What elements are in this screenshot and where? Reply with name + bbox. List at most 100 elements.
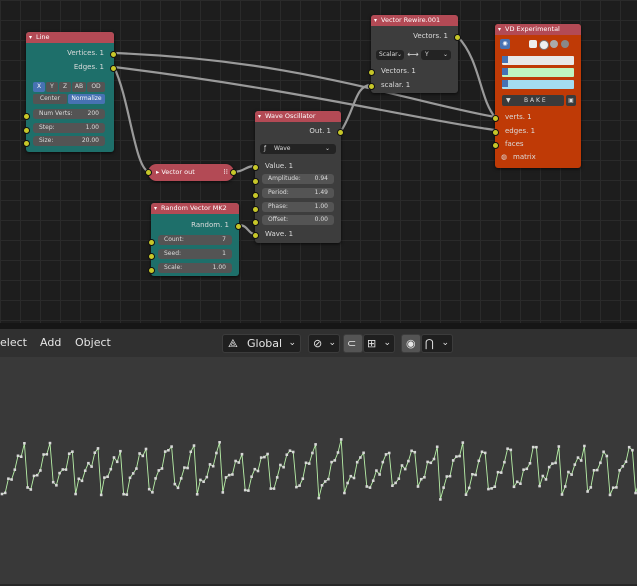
wave-input-socket[interactable] (252, 232, 259, 239)
face-color-swatch[interactable] (502, 80, 574, 89)
wave-vertex (503, 460, 506, 464)
rewire-scalar-input-socket[interactable] (368, 83, 375, 90)
period-input-socket[interactable] (252, 192, 259, 199)
normalize-toggle[interactable]: Normalize (68, 94, 105, 104)
face-toggle-icon[interactable] (502, 80, 508, 87)
offset-value: 0.00 (314, 216, 328, 223)
vertex-color-swatch[interactable] (502, 56, 574, 65)
bake-icon: ▼ (506, 97, 511, 104)
wave-vertex (615, 486, 618, 489)
wave-vertex (423, 476, 426, 479)
vector-out-input-socket[interactable] (145, 169, 152, 176)
wave-vertex (355, 460, 359, 464)
random-output-socket[interactable] (235, 223, 242, 230)
transform-orientation-select[interactable]: ⟁ Global ⌄ (222, 334, 301, 353)
dim-ab-button[interactable]: AB (72, 82, 86, 92)
view-icon[interactable]: ◉ (500, 39, 510, 49)
edge-toggle-icon[interactable] (502, 68, 508, 75)
display-box-icon[interactable] (529, 40, 537, 48)
focus-icon[interactable]: ▣ (566, 95, 576, 106)
snap-target-select[interactable]: ⊞ ⌄ (363, 334, 395, 353)
vd-experimental-header[interactable]: VD Experimental (495, 24, 581, 35)
offset-input-socket[interactable] (252, 219, 259, 226)
edges-input-socket[interactable] (492, 129, 499, 136)
edge-color-swatch[interactable] (502, 68, 574, 77)
display-material-icon[interactable] (561, 40, 569, 48)
add-menu[interactable]: Add (40, 335, 61, 351)
3d-viewport[interactable] (0, 357, 637, 584)
value-input-socket[interactable] (252, 164, 259, 171)
wave-vertex (522, 468, 525, 471)
seed-field[interactable]: Seed: 1 (158, 249, 232, 259)
dim-z-button[interactable]: Z (59, 82, 71, 92)
wave-vertex (288, 449, 292, 452)
wave-vertex (419, 477, 423, 481)
snap-toggle[interactable]: ⊂ (343, 334, 363, 353)
phase-input-socket[interactable] (252, 206, 259, 213)
verts-input-socket[interactable] (492, 115, 499, 122)
line-node-header[interactable]: Line (26, 32, 114, 43)
amplitude-input-socket[interactable] (252, 178, 259, 185)
scale-field[interactable]: Scale: 1.00 (158, 263, 232, 273)
scale-input-socket[interactable] (148, 267, 155, 274)
vertex-toggle-icon[interactable] (502, 56, 508, 63)
wave-vertex (80, 479, 84, 483)
num-verts-input-socket[interactable] (23, 113, 30, 120)
rewire-output-socket[interactable] (454, 34, 461, 41)
wave-vertex (304, 461, 308, 465)
vector-out-expand-icon[interactable]: ▸ (156, 168, 159, 176)
select-menu[interactable]: elect (0, 335, 27, 351)
step-field[interactable]: Step: 1.00 (33, 123, 105, 133)
display-wire-icon[interactable] (539, 40, 549, 50)
offset-field[interactable]: Offset: 0.00 (262, 215, 334, 225)
rewire-from-select[interactable]: Scalar ⌄ (376, 50, 404, 60)
wave-vertex (397, 477, 401, 480)
seed-input-socket[interactable] (148, 253, 155, 260)
node-editor[interactable]: Line Vertices. 1 Edges. 1 X Y Z AB OD Ce… (0, 0, 637, 323)
transform-orientation-icon: ⟁ (228, 337, 238, 350)
random-vector-header[interactable]: Random Vector MK2 (151, 203, 239, 214)
wave-oscillator-node[interactable]: Wave Oscillator Out. 1 ƒ Wave ⌄ Value. 1… (252, 111, 344, 243)
proportional-edit-toggle[interactable]: ◉ (401, 334, 421, 353)
num-verts-field[interactable]: Num Verts: 200 (33, 109, 105, 119)
rewire-vectors-input-socket[interactable] (368, 69, 375, 76)
vertices-output-socket[interactable] (110, 51, 117, 58)
pivot-point-select[interactable]: ⊘ ⌄ (308, 334, 340, 353)
bake-button[interactable]: ▼ B A K E (502, 95, 564, 106)
falloff-select[interactable]: ⋂ ⌄ (421, 334, 453, 353)
rewire-to-select[interactable]: Y ⌄ (421, 50, 451, 60)
wave-out-socket[interactable] (337, 129, 344, 136)
phase-field[interactable]: Phase: 1.00 (262, 202, 334, 212)
dim-x-button[interactable]: X (33, 82, 45, 92)
amplitude-field[interactable]: Amplitude: 0.94 (262, 174, 334, 184)
swatch-toggles[interactable] (502, 55, 508, 90)
vector-rewire-header[interactable]: Vector Rewire.001 (371, 15, 458, 26)
line-node[interactable]: Line Vertices. 1 Edges. 1 X Y Z AB OD Ce… (23, 32, 117, 152)
step-input-socket[interactable] (23, 127, 30, 134)
wave-vertex (250, 475, 253, 478)
vector-out-output-socket[interactable] (230, 169, 237, 176)
vector-out-node[interactable]: ▸ Vector out ⁞⁞ (145, 164, 237, 181)
dim-od-button[interactable]: OD (87, 82, 105, 92)
vector-rewire-node[interactable]: Vector Rewire.001 Vectors. 1 Scalar ⌄ ⟷ … (368, 15, 461, 93)
wave-oscillator-header[interactable]: Wave Oscillator (255, 111, 341, 122)
wave-vertex (394, 481, 397, 485)
vd-experimental-node[interactable]: VD Experimental ◉ ▼ B A K E ▣ verts. 1 e… (492, 24, 581, 168)
count-field[interactable]: Count: 7 (158, 235, 232, 245)
count-input-socket[interactable] (148, 239, 155, 246)
dim-y-button[interactable]: Y (46, 82, 58, 92)
size-field[interactable]: Size: 20.00 (33, 136, 105, 146)
wave-mode-select[interactable]: ƒ Wave ⌄ (260, 144, 336, 154)
size-input-socket[interactable] (23, 140, 30, 147)
display-solid-icon[interactable] (550, 40, 558, 48)
center-toggle[interactable]: Center (33, 94, 67, 104)
edges-output-socket[interactable] (110, 65, 117, 72)
random-vector-node[interactable]: Random Vector MK2 Random. 1 Count: 7 See… (148, 203, 242, 276)
vector-rewire-title: Vector Rewire.001 (381, 16, 441, 24)
wave-vertex (442, 486, 445, 489)
faces-input-socket[interactable] (492, 142, 499, 149)
period-field[interactable]: Period: 1.49 (262, 188, 334, 198)
swap-icon[interactable]: ⟷ (407, 50, 419, 60)
wave-vertex (173, 482, 177, 486)
object-menu[interactable]: Object (75, 335, 111, 351)
